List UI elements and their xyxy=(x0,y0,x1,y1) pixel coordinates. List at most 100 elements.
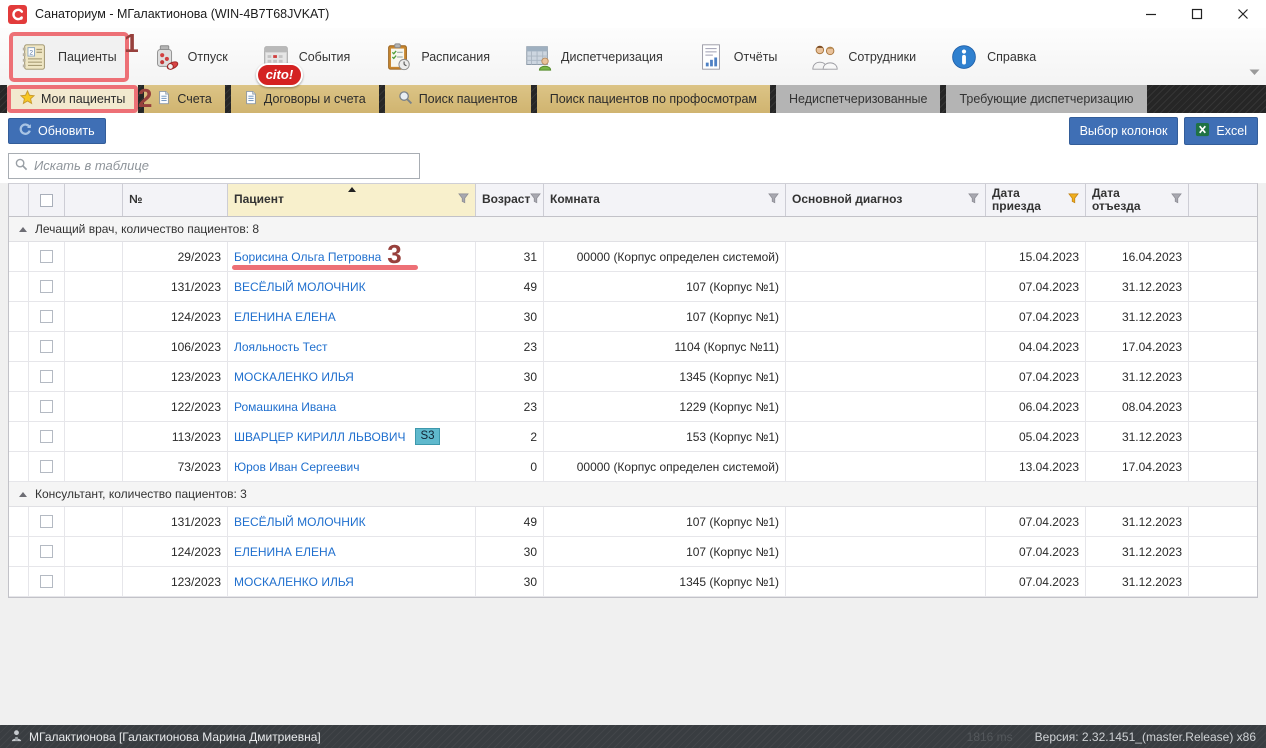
tab-patient-search[interactable]: Поиск пациентов xyxy=(385,85,531,113)
tab-label: Счета xyxy=(177,92,211,106)
tab-invoices[interactable]: Счета xyxy=(144,85,224,113)
toolbar-button-help[interactable]: Справка xyxy=(939,33,1047,81)
row-filler-cell xyxy=(1189,272,1257,301)
annotation-number-3: 3 xyxy=(387,242,401,267)
table-search-box[interactable] xyxy=(8,153,420,179)
close-button[interactable] xyxy=(1220,0,1266,28)
filter-icon[interactable] xyxy=(458,193,469,207)
toolbar-button-patients[interactable]: 2Пациенты1 xyxy=(10,33,128,81)
row-checkbox[interactable] xyxy=(40,250,53,263)
filter-icon[interactable] xyxy=(968,193,979,207)
row-checkbox[interactable] xyxy=(40,370,53,383)
cell-diagnosis xyxy=(786,362,986,391)
cell-room: 00000 (Корпус определен системой) xyxy=(544,242,786,271)
select-all-checkbox[interactable] xyxy=(40,194,53,207)
cell-age: 49 xyxy=(476,272,544,301)
toolbar-button-employees[interactable]: Сотрудники xyxy=(800,33,927,81)
column-header-label: № xyxy=(129,193,221,206)
toolbar-button-dispatch[interactable]: Диспетчеризация xyxy=(513,33,674,81)
column-header-number[interactable]: № xyxy=(123,184,228,216)
toolbar-overflow-chevron-icon[interactable] xyxy=(1249,65,1260,79)
row-checkbox-cell xyxy=(29,567,65,596)
patient-name-link[interactable]: Ромашкина Ивана xyxy=(234,400,336,414)
table-row: 113/2023ШВАРЦЕР КИРИЛЛ ЛЬВОВИЧS32153 (Ко… xyxy=(9,422,1257,452)
cell-arrival: 07.04.2023 xyxy=(986,302,1086,331)
cell-arrival: 05.04.2023 xyxy=(986,422,1086,451)
row-checkbox-cell xyxy=(29,507,65,536)
column-header-patient[interactable]: Пациент xyxy=(228,184,476,216)
column-header-age[interactable]: Возраст xyxy=(476,184,544,216)
row-checkbox[interactable] xyxy=(40,515,53,528)
tab-my-patients[interactable]: Мои пациенты2 xyxy=(7,85,138,113)
table-row: 124/2023ЕЛЕНИНА ЕЛЕНА30107 (Корпус №1)07… xyxy=(9,302,1257,332)
row-checkbox[interactable] xyxy=(40,400,53,413)
filter-icon[interactable] xyxy=(768,193,779,207)
patient-name-link[interactable]: Борисина Ольга Петровна xyxy=(234,250,381,264)
row-expand-cell xyxy=(9,362,29,391)
patient-name-link[interactable]: МОСКАЛЕНКО ИЛЬЯ xyxy=(234,370,354,384)
maximize-button[interactable] xyxy=(1174,0,1220,28)
row-checkbox-cell xyxy=(29,242,65,271)
patient-name-link[interactable]: МОСКАЛЕНКО ИЛЬЯ xyxy=(234,575,354,589)
cell-patient: Юров Иван Сергеевич xyxy=(228,452,476,481)
row-checkbox[interactable] xyxy=(40,460,53,473)
row-checkbox[interactable] xyxy=(40,430,53,443)
search-icon xyxy=(398,90,413,108)
column-header-label: Пациент xyxy=(234,193,458,206)
tab-undispatched[interactable]: Недиспетчеризованные xyxy=(776,85,940,113)
toolbar-button-label: Расписания xyxy=(421,50,490,64)
column-header-room[interactable]: Комната xyxy=(544,184,786,216)
row-checkbox[interactable] xyxy=(40,340,53,353)
cell-number: 123/2023 xyxy=(123,362,228,391)
column-chooser-button[interactable]: Выбор колонок xyxy=(1069,117,1179,145)
tab-patient-search-profexams[interactable]: Поиск пациентов по профосмотрам xyxy=(537,85,770,113)
patient-name-link[interactable]: Юров Иван Сергеевич xyxy=(234,460,359,474)
filter-icon-active[interactable] xyxy=(1068,193,1079,207)
refresh-button[interactable]: Обновить xyxy=(8,118,106,144)
column-header-departure-date[interactable]: Дата отъезда xyxy=(1086,184,1189,216)
tab-label: Поиск пациентов по профосмотрам xyxy=(550,92,757,106)
search-input[interactable] xyxy=(34,158,413,173)
cell-age: 30 xyxy=(476,537,544,566)
cell-patient: ВЕСЁЛЫЙ МОЛОЧНИК xyxy=(228,507,476,536)
row-checkbox-cell xyxy=(29,422,65,451)
cell-age: 23 xyxy=(476,332,544,361)
cell-arrival: 07.04.2023 xyxy=(986,362,1086,391)
row-checkbox[interactable] xyxy=(40,575,53,588)
tab-contracts-and-invoices[interactable]: Договоры и счета xyxy=(231,85,379,113)
excel-button[interactable]: Excel xyxy=(1184,117,1258,145)
patient-name-link[interactable]: ЕЛЕНИНА ЕЛЕНА xyxy=(234,545,336,559)
patient-name-link[interactable]: ЕЛЕНИНА ЕЛЕНА xyxy=(234,310,336,324)
cell-departure: 16.04.2023 xyxy=(1086,242,1189,271)
group-row[interactable]: Лечащий врач, количество пациентов: 8 xyxy=(9,217,1257,242)
patient-name-link[interactable]: ВЕСЁЛЫЙ МОЛОЧНИК xyxy=(234,515,366,529)
toolbar-button-schedules[interactable]: Расписания xyxy=(373,33,501,81)
row-checkbox[interactable] xyxy=(40,545,53,558)
status-user: МГалактионова [Галактионова Марина Дмитр… xyxy=(29,730,321,744)
patient-name-link[interactable]: Лояльность Тест xyxy=(234,340,328,354)
group-row[interactable]: Консультант, количество пациентов: 3 xyxy=(9,482,1257,507)
group-expand-icon xyxy=(19,492,27,497)
row-checkbox[interactable] xyxy=(40,280,53,293)
row-spacer-cell xyxy=(65,302,123,331)
minimize-button[interactable] xyxy=(1128,0,1174,28)
cell-room: 107 (Корпус №1) xyxy=(544,537,786,566)
toolbar-button-events[interactable]: Событияcito! xyxy=(251,33,362,81)
tab-requiring-dispatch[interactable]: Требующие диспетчеризацию xyxy=(946,85,1146,113)
svg-text:2: 2 xyxy=(29,49,33,56)
toolbar-button-vacation[interactable]: Отпуск xyxy=(140,33,239,81)
filter-icon[interactable] xyxy=(1171,193,1182,207)
filter-icon[interactable] xyxy=(530,193,541,207)
column-header-arrival-date[interactable]: Дата приезда xyxy=(986,184,1086,216)
patient-name-link[interactable]: ШВАРЦЕР КИРИЛЛ ЛЬВОВИЧ xyxy=(234,430,405,444)
cell-diagnosis xyxy=(786,392,986,421)
employees-icon xyxy=(809,41,841,73)
cell-age: 30 xyxy=(476,302,544,331)
row-filler-cell xyxy=(1189,302,1257,331)
row-checkbox[interactable] xyxy=(40,310,53,323)
cell-arrival: 06.04.2023 xyxy=(986,392,1086,421)
cell-number: 123/2023 xyxy=(123,567,228,596)
column-header-diagnosis[interactable]: Основной диагноз xyxy=(786,184,986,216)
toolbar-button-reports[interactable]: Отчёты xyxy=(686,33,789,81)
patient-name-link[interactable]: ВЕСЁЛЫЙ МОЛОЧНИК xyxy=(234,280,366,294)
